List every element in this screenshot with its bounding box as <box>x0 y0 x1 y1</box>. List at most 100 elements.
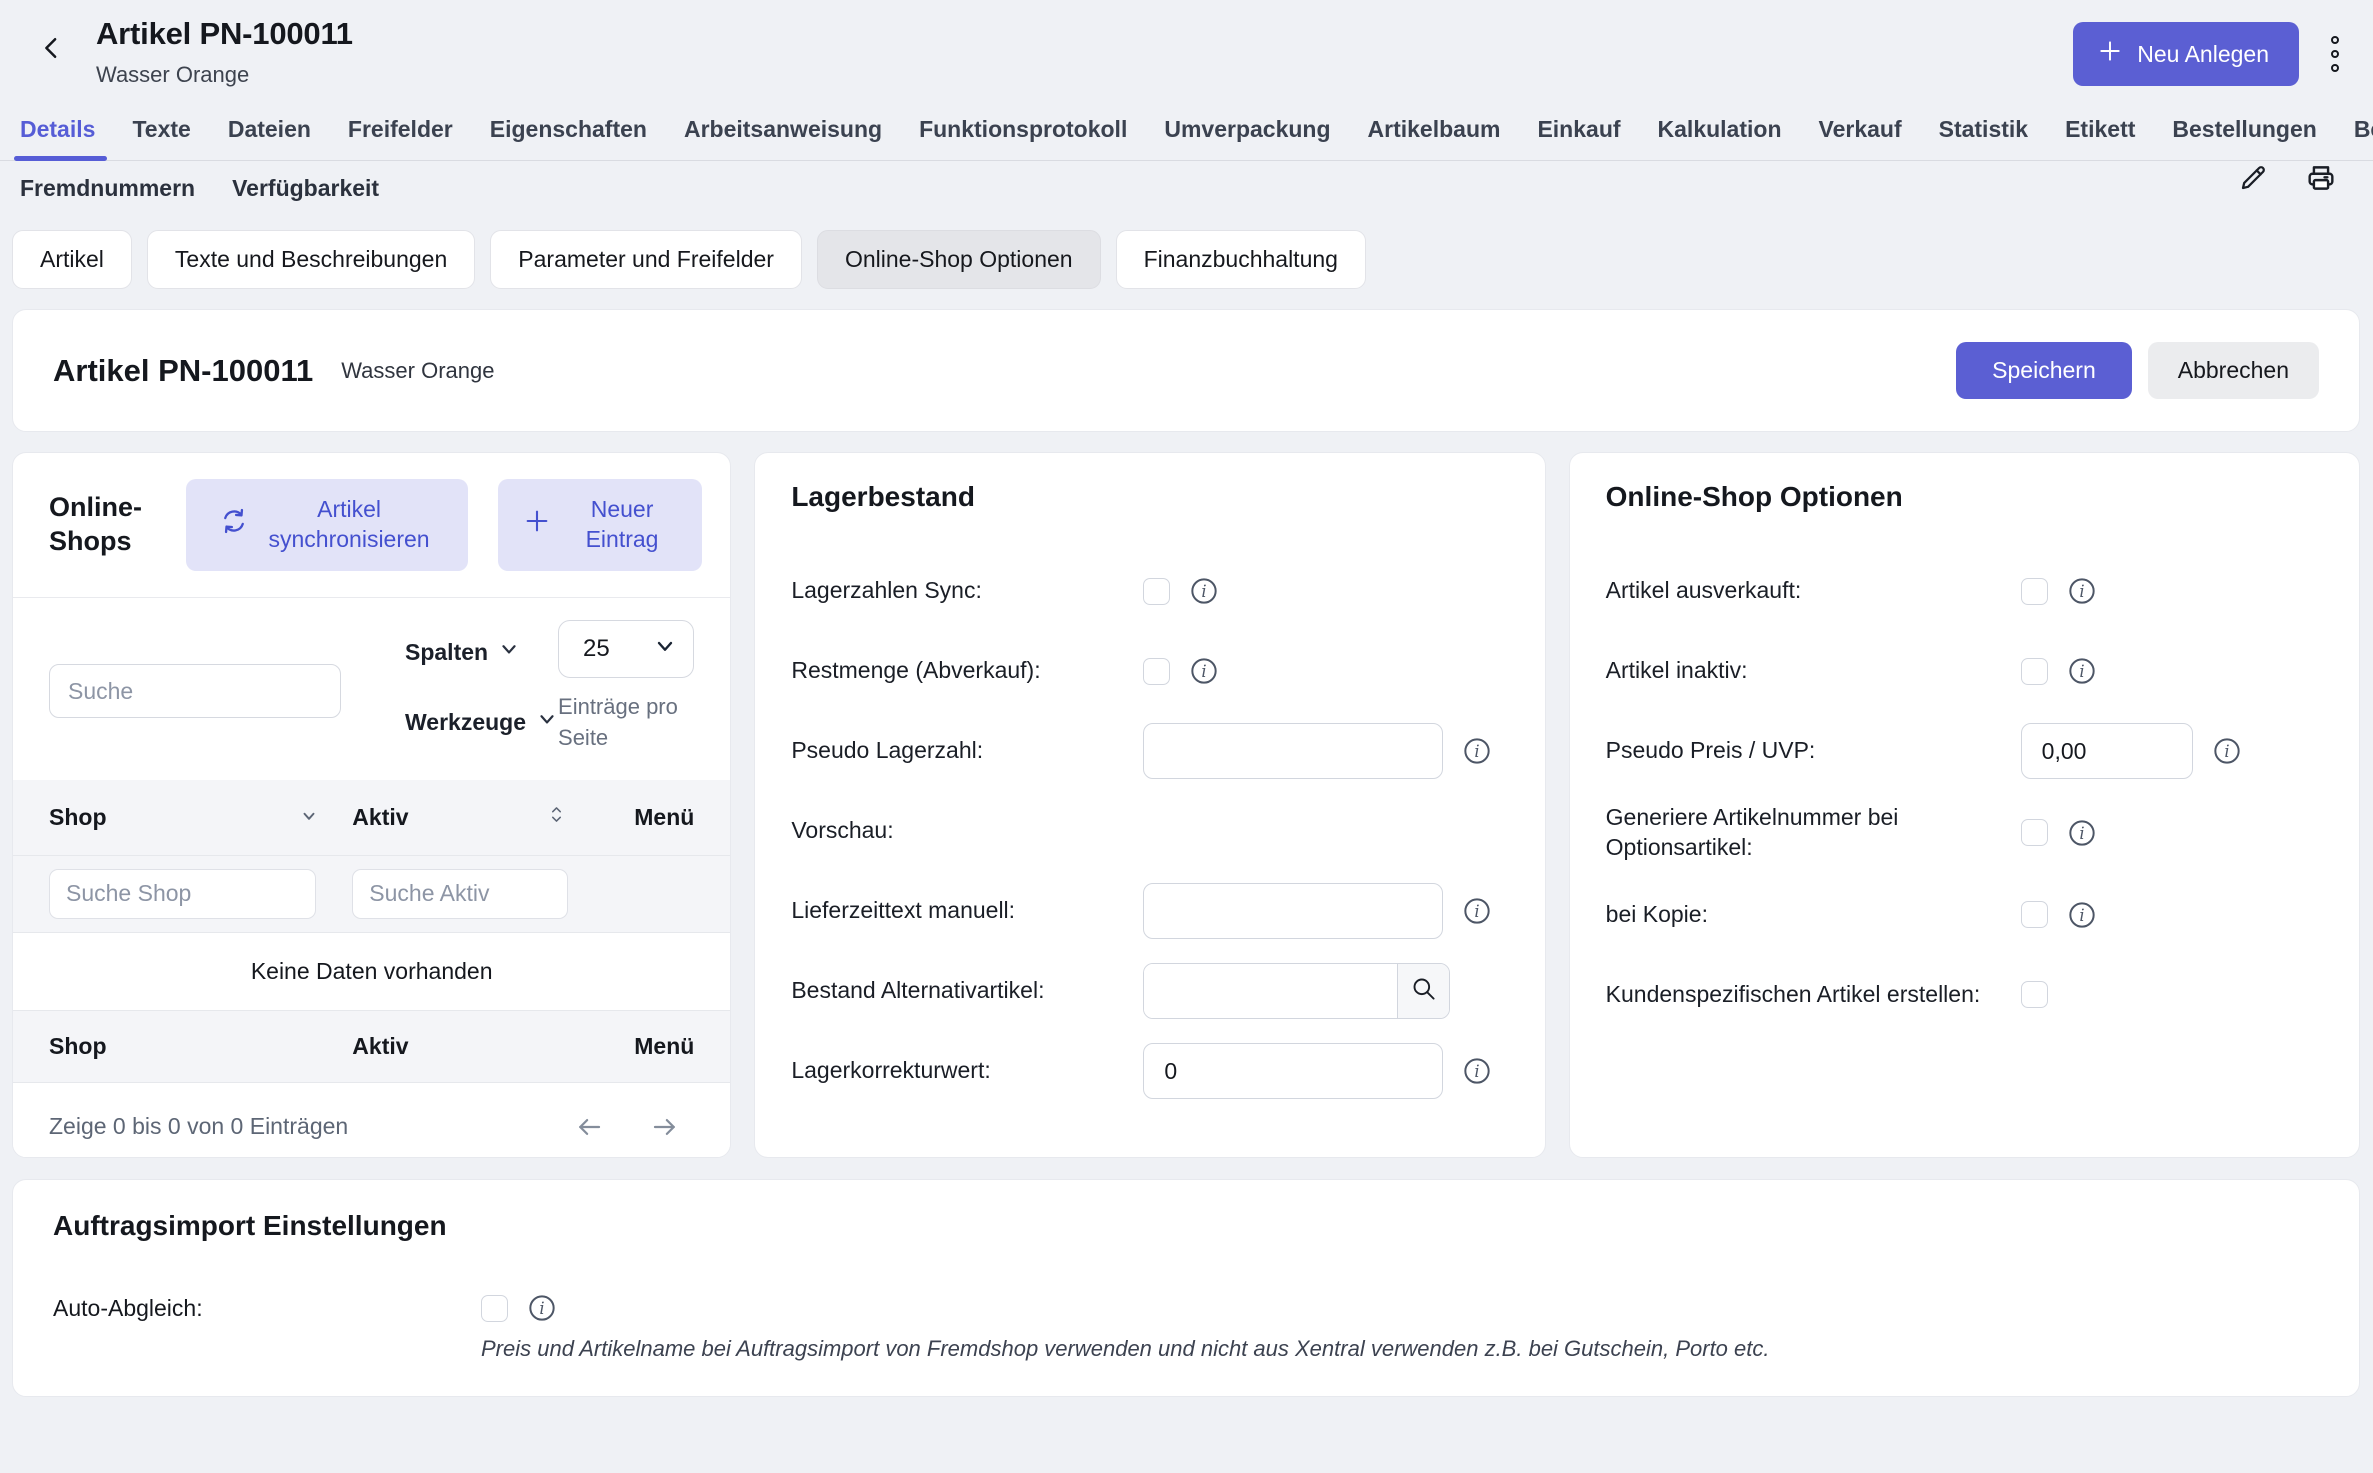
tab-texte[interactable]: Texte <box>132 106 190 160</box>
chevron-down-icon <box>536 708 558 736</box>
shop-options-title: Online-Shop Optionen <box>1606 481 2323 513</box>
cancel-button[interactable]: Abbrechen <box>2148 342 2319 399</box>
bestand-alternativartikel-label: Bestand Alternativartikel: <box>791 976 1143 1006</box>
tools-menu[interactable]: Werkzeuge <box>405 708 558 736</box>
pill-online-shop-optionen[interactable]: Online-Shop Optionen <box>817 230 1101 289</box>
edit-pencil-icon[interactable] <box>2233 158 2273 198</box>
info-icon[interactable]: i <box>1463 1057 1491 1085</box>
tab-artikelbaum[interactable]: Artikelbaum <box>1368 106 1501 160</box>
back-button[interactable] <box>30 28 74 72</box>
more-options-icon[interactable] <box>2325 30 2345 78</box>
article-header-card: Artikel PN-100011 Wasser Orange Speicher… <box>12 309 2360 432</box>
tab-etikett[interactable]: Etikett <box>2065 106 2135 160</box>
sync-icon <box>220 507 248 543</box>
plus-icon <box>523 507 551 543</box>
info-icon[interactable]: i <box>1463 897 1491 925</box>
pill-parameter-und-freifelder[interactable]: Parameter und Freifelder <box>490 230 802 289</box>
page-subtitle: Wasser Orange <box>96 62 353 88</box>
pseudo-preis-input[interactable] <box>2021 723 2193 779</box>
empty-table-message: Keine Daten vorhanden <box>13 933 730 1011</box>
generiere-artikelnummer-checkbox[interactable] <box>2021 819 2048 846</box>
filter-shop-input[interactable] <box>49 869 316 919</box>
pseudo-lagerzahl-input[interactable] <box>1143 723 1443 779</box>
info-icon[interactable]: i <box>2068 819 2096 847</box>
svg-text:i: i <box>2079 824 2084 843</box>
tab-bar: Details Texte Dateien Freifelder Eigensc… <box>0 106 2373 214</box>
info-icon[interactable]: i <box>2068 901 2096 929</box>
shops-search-input[interactable] <box>49 664 341 718</box>
plus-icon <box>2097 38 2123 70</box>
tab-fremdnummern[interactable]: Fremdnummern <box>20 175 195 202</box>
save-button[interactable]: Speichern <box>1956 342 2132 399</box>
tab-dateien[interactable]: Dateien <box>228 106 311 160</box>
info-icon[interactable]: i <box>1190 657 1218 685</box>
new-create-button[interactable]: Neu Anlegen <box>2073 22 2299 86</box>
tab-statistik[interactable]: Statistik <box>1939 106 2028 160</box>
pagination-count: Zeige 0 bis 0 von 0 Einträgen <box>49 1113 348 1140</box>
tab-belege[interactable]: Belege <box>2354 106 2373 160</box>
lagerzahlen-sync-checkbox[interactable] <box>1143 578 1170 605</box>
chevron-left-icon <box>37 33 67 68</box>
filter-aktiv-input[interactable] <box>352 869 568 919</box>
lagerkorrekturwert-input[interactable] <box>1143 1043 1443 1099</box>
info-icon[interactable]: i <box>1190 577 1218 605</box>
bestand-alternativartikel-input[interactable] <box>1144 964 1397 1018</box>
svg-text:i: i <box>2079 662 2084 681</box>
artikel-ausverkauft-label: Artikel ausverkauft: <box>1606 576 2021 606</box>
tab-umverpackung[interactable]: Umverpackung <box>1164 106 1330 160</box>
lagerzahlen-sync-label: Lagerzahlen Sync: <box>791 576 1143 606</box>
page-header: Artikel PN-100011 Wasser Orange Neu Anle… <box>0 0 2373 88</box>
print-icon[interactable] <box>2301 158 2341 198</box>
tab-einkauf[interactable]: Einkauf <box>1537 106 1620 160</box>
lagerbestand-panel: Lagerbestand Lagerzahlen Sync: i Restmen… <box>754 452 1545 1158</box>
chevron-down-icon <box>498 638 520 666</box>
kundenspezifischen-artikel-checkbox[interactable] <box>2021 981 2048 1008</box>
pagination-prev-icon[interactable] <box>574 1112 604 1142</box>
artikel-inaktiv-checkbox[interactable] <box>2021 658 2048 685</box>
tab-kalkulation[interactable]: Kalkulation <box>1658 106 1782 160</box>
pagination-next-icon[interactable] <box>650 1112 680 1142</box>
info-icon[interactable]: i <box>2068 657 2096 685</box>
tab-details[interactable]: Details <box>20 106 95 160</box>
lieferzeittext-input[interactable] <box>1143 883 1443 939</box>
article-search-button[interactable] <box>1397 964 1449 1018</box>
tab-arbeitsanweisung[interactable]: Arbeitsanweisung <box>684 106 882 160</box>
tab-eigenschaften[interactable]: Eigenschaften <box>490 106 647 160</box>
sync-article-button[interactable]: Artikel synchronisieren <box>186 479 467 571</box>
bei-kopie-checkbox[interactable] <box>2021 901 2048 928</box>
column-header-shop[interactable]: Shop <box>49 804 352 831</box>
page-title: Artikel PN-100011 <box>96 16 353 52</box>
shops-table-footer-header: Shop Aktiv Menü <box>13 1011 730 1083</box>
auto-abgleich-checkbox[interactable] <box>481 1295 508 1322</box>
tab-funktionsprotokoll[interactable]: Funktionsprotokoll <box>919 106 1127 160</box>
tab-bestellungen[interactable]: Bestellungen <box>2172 106 2316 160</box>
lagerbestand-title: Lagerbestand <box>791 481 1508 513</box>
columns-menu[interactable]: Spalten <box>405 638 558 666</box>
info-icon[interactable]: i <box>528 1294 556 1322</box>
page-size-select[interactable]: 25 <box>558 620 694 678</box>
shops-table-filter-row <box>13 856 730 933</box>
new-entry-button[interactable]: Neuer Eintrag <box>498 479 703 571</box>
pill-finanzbuchhaltung[interactable]: Finanzbuchhaltung <box>1116 230 1366 289</box>
info-icon[interactable]: i <box>2068 577 2096 605</box>
auftragsimport-panel: Auftragsimport Einstellungen Auto-Abglei… <box>12 1179 2360 1397</box>
tab-freifelder[interactable]: Freifelder <box>348 106 453 160</box>
info-icon[interactable]: i <box>1463 737 1491 765</box>
pill-texte-und-beschreibungen[interactable]: Texte und Beschreibungen <box>147 230 475 289</box>
artikel-ausverkauft-checkbox[interactable] <box>2021 578 2048 605</box>
info-icon[interactable]: i <box>2213 737 2241 765</box>
kundenspezifischen-artikel-label: Kundenspezifischen Artikel erstellen: <box>1606 980 2021 1010</box>
tab-verfuegbarkeit[interactable]: Verfügbarkeit <box>232 175 379 202</box>
column-header-aktiv[interactable]: Aktiv <box>352 804 597 831</box>
article-title: Artikel PN-100011 <box>53 353 313 389</box>
lieferzeittext-label: Lieferzeittext manuell: <box>791 896 1143 926</box>
article-subtitle: Wasser Orange <box>341 358 494 384</box>
restmenge-checkbox[interactable] <box>1143 658 1170 685</box>
lagerkorrekturwert-label: Lagerkorrekturwert: <box>791 1056 1143 1086</box>
pseudo-lagerzahl-label: Pseudo Lagerzahl: <box>791 736 1143 766</box>
svg-text:i: i <box>1202 662 1207 681</box>
column-header-menu: Menü <box>598 804 695 831</box>
sort-chevron-down-icon <box>300 804 318 831</box>
pill-artikel[interactable]: Artikel <box>12 230 132 289</box>
tab-verkauf[interactable]: Verkauf <box>1819 106 1902 160</box>
